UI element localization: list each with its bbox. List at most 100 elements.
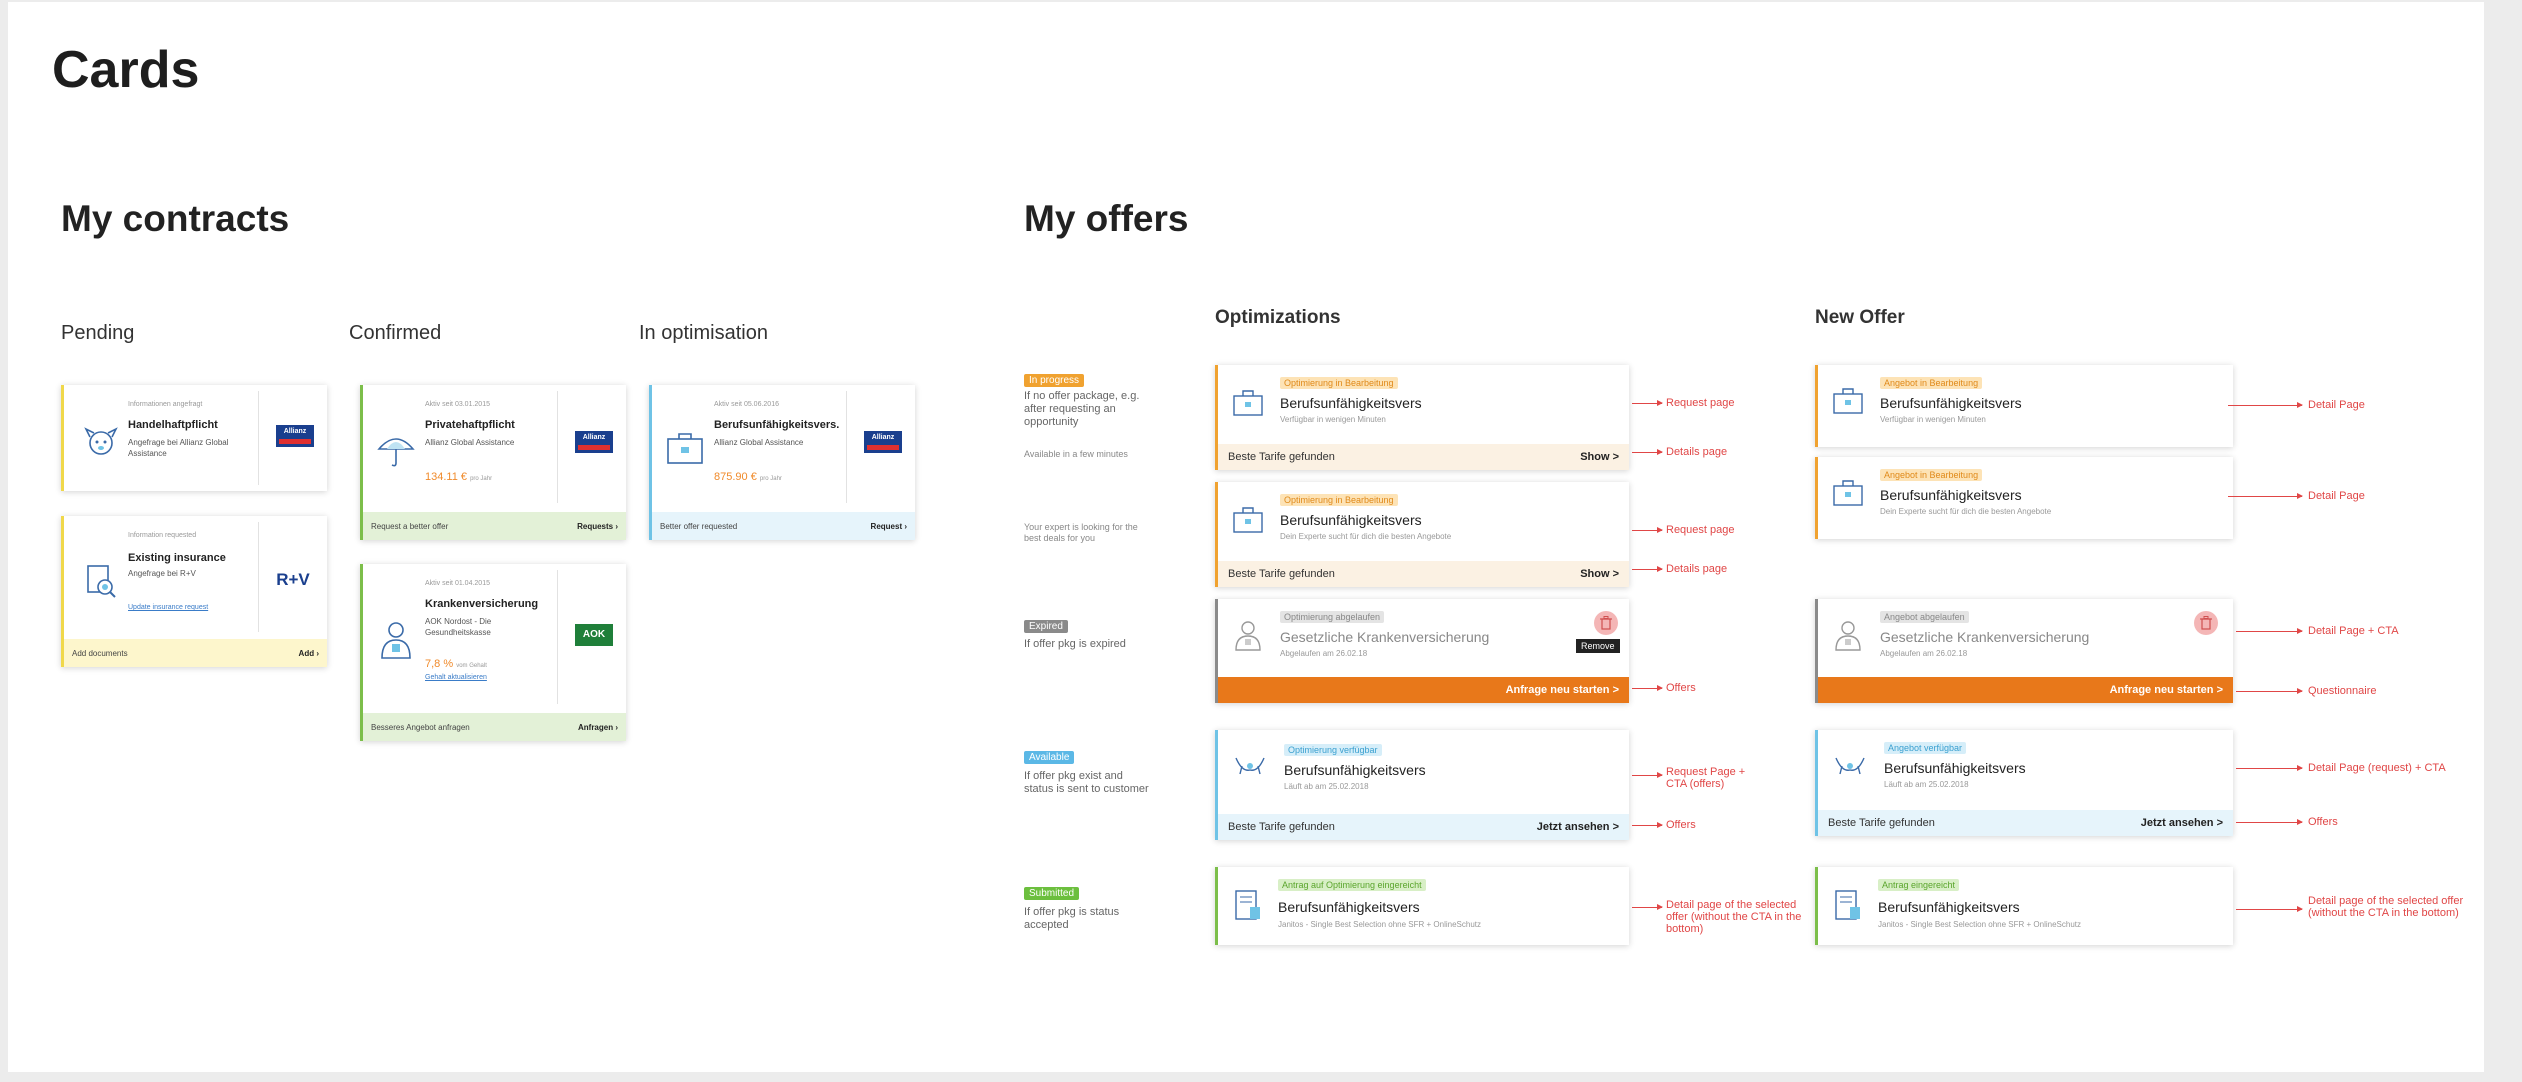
annotation-arrow <box>1632 449 1663 455</box>
contracts-heading: My contracts <box>61 198 290 239</box>
optimization-card-submitted[interactable]: Antrag auf Optimierung eingereicht Beruf… <box>1215 867 1629 945</box>
footer-action[interactable]: Anfragen › <box>578 723 618 732</box>
annotation-label: Request page <box>1666 397 1735 409</box>
optimization-card-available[interactable]: Optimierung verfügbar Berufsunfähigkeits… <box>1215 730 1629 840</box>
contract-card-pending-2[interactable]: Information requested Existing insurance… <box>61 516 327 667</box>
update-request-link[interactable]: Update insurance request <box>128 604 208 611</box>
insurer-logo: R+V <box>276 570 310 589</box>
card-subtitle: Dein Experte sucht für dich die besten A… <box>1280 532 1452 541</box>
annotation-label: Detail page of the selected offer (witho… <box>1666 899 1802 935</box>
divider <box>557 391 558 503</box>
footer-label: Beste Tarife gefunden <box>1228 451 1335 463</box>
card-subtitle: Janitos - Single Best Selection ohne SFR… <box>1878 920 2081 929</box>
page-title: Cards <box>52 41 200 99</box>
new-offer-card-submitted[interactable]: Antrag eingereicht Berufsunfähigkeitsver… <box>1815 867 2233 945</box>
card-title: Berufsunfähigkeitsvers <box>1280 395 1422 411</box>
optimization-card-expired[interactable]: Optimierung abgelaufen Gesetzliche Krank… <box>1215 599 1629 703</box>
annotation-arrow <box>2236 628 2303 634</box>
optimization-card-in-progress-2[interactable]: Optimierung in Bearbeitung Berufsunfähig… <box>1215 482 1629 587</box>
remove-tooltip: Remove <box>1576 639 1620 653</box>
annotation-label: Offers <box>1666 682 1696 694</box>
annotation-label: Detail Page <box>2308 490 2365 502</box>
new-offer-card-in-progress-2[interactable]: Angebot in Bearbeitung Berufsunfähigkeit… <box>1815 457 2233 539</box>
card-title: Berufsunfähigkeitsvers. <box>714 419 840 431</box>
column-optimizations-label: Optimizations <box>1215 307 1341 328</box>
card-price: 7,8 % vom Gehalt <box>425 658 487 670</box>
new-offer-card-in-progress-1[interactable]: Angebot in Bearbeitung Berufsunfähigkeit… <box>1815 365 2233 447</box>
view-now-button[interactable]: Jetzt ansehen > <box>2141 817 2223 829</box>
briefcase-icon <box>1233 507 1263 533</box>
status-caption: Aktiv seit 05.06.2016 <box>714 401 779 408</box>
card-footer[interactable]: Beste Tarife gefunden Jetzt ansehen > <box>1818 810 2233 836</box>
row-in-progress: In progress <box>1024 370 1085 388</box>
briefcase-icon <box>1833 388 1863 414</box>
status-tag: Antrag auf Optimierung eingereicht <box>1278 879 1426 891</box>
annotation-label: Detail Page <box>2308 399 2365 411</box>
card-title: Berufsunfähigkeitsvers <box>1280 512 1422 528</box>
status-tag: Angebot abgelaufen <box>1880 611 1969 623</box>
card-title: Privatehaftpflicht <box>425 419 515 431</box>
wings-icon <box>1835 757 1865 775</box>
status-tag: Optimierung abgelaufen <box>1280 611 1385 623</box>
trash-icon[interactable] <box>1594 611 1618 635</box>
card-subtitle: Janitos - Single Best Selection ohne SFR… <box>1278 920 1481 929</box>
trash-icon[interactable] <box>2194 611 2218 635</box>
footer-label: Better offer requested <box>660 521 738 531</box>
briefcase-icon <box>1833 480 1863 506</box>
doctor-icon <box>1235 621 1261 651</box>
contract-card-optimisation-1[interactable]: Aktiv seit 05.06.2016 Berufsunfähigkeits… <box>649 385 915 540</box>
status-tag: Optimierung in Bearbeitung <box>1280 494 1398 506</box>
divider <box>557 570 558 704</box>
doctor-icon <box>381 622 411 659</box>
row-note: Available in a few minutes <box>1024 449 1128 459</box>
contract-card-pending-1[interactable]: Informationen angefragt Handelhaftpflich… <box>61 385 327 491</box>
card-footer[interactable]: Beste Tarife gefunden Jetzt ansehen > <box>1218 814 1629 840</box>
show-button[interactable]: Show > <box>1580 451 1619 463</box>
view-now-button[interactable]: Jetzt ansehen > <box>1537 821 1619 833</box>
card-title: Berufsunfähigkeitsvers <box>1878 899 2020 915</box>
card-footer[interactable]: Request a better offer Requests › <box>363 512 626 540</box>
new-offer-card-available[interactable]: Angebot verfügbar Berufsunfähigkeitsvers… <box>1815 730 2233 836</box>
card-subtitle: AOK Nordost - Die Gesundheitskasse <box>425 617 492 637</box>
card-title: Gesetzliche Krankenversicherung <box>1280 629 1490 645</box>
row-description: If offer pkg is expired <box>1024 638 1126 650</box>
card-footer[interactable]: Better offer requested Request › <box>652 512 915 540</box>
status-tag: Optimierung verfügbar <box>1284 744 1382 756</box>
status-caption: Informationen angefragt <box>128 401 203 408</box>
footer-label: Beste Tarife gefunden <box>1228 568 1335 580</box>
restart-request-button[interactable]: Anfrage neu starten > <box>1218 677 1629 703</box>
update-salary-link[interactable]: Gehalt aktualisieren <box>425 674 487 681</box>
new-offer-card-expired[interactable]: Angebot abgelaufen Gesetzliche Krankenve… <box>1815 599 2233 703</box>
footer-label: Add documents <box>72 648 128 658</box>
footer-action[interactable]: Add › <box>299 649 319 658</box>
contract-card-confirmed-1[interactable]: Aktiv seit 03.01.2015 Privatehaftpflicht… <box>360 385 626 540</box>
card-subtitle: Angefrage bei R+V <box>128 569 196 578</box>
status-tag: Angebot in Bearbeitung <box>1880 377 1983 389</box>
card-title: Berufsunfähigkeitsvers <box>1278 899 1420 915</box>
annotation-arrow <box>1632 566 1663 572</box>
show-button[interactable]: Show > <box>1580 568 1619 580</box>
insurer-logo: Allianz <box>276 425 314 447</box>
footer-action[interactable]: Request › <box>871 522 907 531</box>
status-tag: Angebot in Bearbeitung <box>1880 469 1983 481</box>
document-chart-icon <box>1835 890 1860 920</box>
annotation-label: Request Page + CTA (offers) <box>1666 766 1746 790</box>
annotation-arrow <box>1632 904 1663 910</box>
insurer-logo: Allianz <box>575 431 613 453</box>
umbrella-icon <box>377 438 415 467</box>
annotation-arrow <box>2236 688 2303 694</box>
status-badge: Available <box>1024 751 1075 764</box>
artboard: Cards My contracts Pending Confirmed In … <box>8 2 2484 1072</box>
status-caption: Aktiv seit 03.01.2015 <box>425 401 490 408</box>
restart-request-button[interactable]: Anfrage neu starten > <box>1818 677 2233 703</box>
card-footer[interactable]: Beste Tarife gefunden Show > <box>1218 561 1629 587</box>
card-footer[interactable]: Add documents Add › <box>64 639 327 667</box>
annotation-label: Detail Page (request) + CTA <box>2308 762 2446 774</box>
optimization-card-in-progress-1[interactable]: Optimierung in Bearbeitung Berufsunfähig… <box>1215 365 1629 470</box>
row-expired: Expired <box>1024 616 1068 634</box>
contract-card-confirmed-2[interactable]: Aktiv seit 01.04.2015 Krankenversicherun… <box>360 564 626 741</box>
card-footer[interactable]: Besseres Angebot anfragen Anfragen › <box>363 713 626 741</box>
footer-action[interactable]: Requests › <box>577 522 618 531</box>
annotation-label: Detail Page + CTA <box>2308 625 2399 637</box>
card-footer[interactable]: Beste Tarife gefunden Show > <box>1218 444 1629 470</box>
